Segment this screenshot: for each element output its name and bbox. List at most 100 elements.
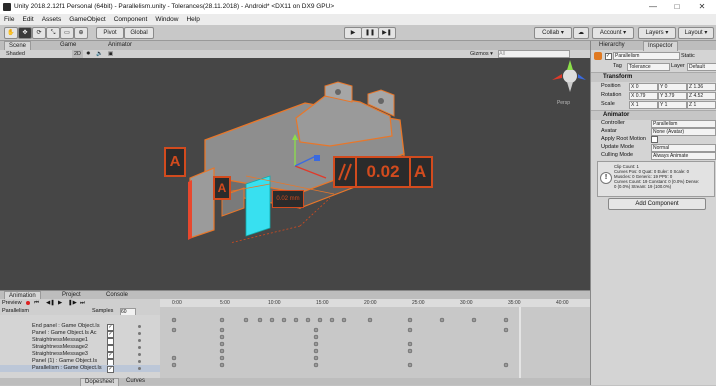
culling-mode-dropdown[interactable]: Always Animate (651, 152, 716, 160)
tick-label: 5:00 (220, 300, 230, 306)
tick-label: 15:00 (316, 300, 329, 306)
add-component-button[interactable]: Add Component (608, 198, 706, 210)
pause-button[interactable]: ❚❚ (361, 27, 379, 39)
menu-assets[interactable]: Assets (38, 14, 66, 25)
layers-dropdown[interactable]: Layers ▾ (638, 27, 676, 39)
root-motion-row: Apply Root Motion (591, 135, 716, 143)
root-motion-checkbox[interactable] (651, 136, 658, 143)
dopesheet-area[interactable] (160, 307, 590, 378)
red-surface (188, 180, 192, 240)
static-toggle[interactable]: Static (681, 51, 695, 61)
list-item[interactable]: Panel (1) : Game Object.Is (0, 358, 160, 366)
play-anim-icon[interactable]: ▶ (58, 299, 62, 307)
rotation-y-field[interactable]: Y 3.79 (658, 92, 687, 100)
move-tool-button[interactable]: ✥ (18, 27, 32, 39)
end-panel (189, 167, 215, 239)
tab-game[interactable]: Game (56, 41, 80, 50)
rotation-z-field[interactable]: Z 4.52 (687, 92, 716, 100)
position-row: Position X 0 Y 0 Z 1.36 (591, 82, 716, 91)
info-icon: ! (600, 172, 612, 184)
next-frame-icon[interactable]: ❚▶ (68, 299, 77, 307)
menu-window[interactable]: Window (151, 14, 182, 25)
list-item[interactable]: StraightnessMessage3 ✓ (0, 351, 160, 359)
position-z-field[interactable]: Z 1.36 (687, 83, 716, 91)
play-button[interactable]: ▶ (344, 27, 362, 39)
menu-help[interactable]: Help (182, 14, 203, 25)
tag-layer-row: Tag Tolerance Layer Default (591, 62, 716, 71)
step-button[interactable]: ▶❚ (378, 27, 396, 39)
inspector-tab-bar: Hierarchy Inspector (591, 41, 716, 51)
hand-tool-button[interactable]: ✋ (4, 27, 18, 39)
scene-search-input[interactable]: All (498, 50, 570, 58)
scale-x-field[interactable]: X 1 (629, 101, 658, 109)
gizmos-dropdown[interactable]: Gizmos ▾ (470, 50, 493, 58)
close-button[interactable]: ✕ (693, 1, 711, 13)
transform-header[interactable]: Transform (591, 72, 716, 82)
tolerance-value: 0.02 (357, 158, 411, 186)
position-x-field[interactable]: X 0 (629, 83, 658, 91)
scene-viewport[interactable]: A A 0.02 mm 0.02 A Persp (0, 58, 590, 290)
layer-dropdown[interactable]: Default (687, 63, 716, 71)
list-item[interactable]: Panel : Game Object.Is Ac ✓ (0, 330, 160, 338)
shading-dropdown[interactable]: Shaded (6, 50, 25, 58)
object-name-field[interactable]: Parallelism (613, 52, 680, 60)
avatar-label: Avatar (601, 128, 617, 134)
clip-dropdown[interactable]: Parallelism (2, 307, 29, 315)
list-item[interactable]: Parallelism : Game Object.Is ✓ (0, 365, 160, 373)
view-orientation-gizmo[interactable] (552, 60, 586, 92)
perspective-label[interactable]: Persp (557, 100, 570, 106)
animator-info-box: ! Clip Count: 1 Curves Pos: 0 Quat: 0 Eu… (597, 161, 715, 197)
property-checkbox[interactable]: ✓ (107, 366, 114, 373)
account-dropdown[interactable]: Account ▾ (592, 27, 634, 39)
scale-row: Scale X 1 Y 1 Z 1 (591, 100, 716, 109)
minimize-button[interactable]: — (644, 1, 662, 13)
position-y-field[interactable]: Y 0 (658, 83, 687, 91)
layout-dropdown[interactable]: Layout ▾ (678, 27, 714, 39)
rotate-tool-button[interactable]: ⟳ (32, 27, 46, 39)
unity-logo-icon (3, 3, 11, 11)
tab-hierarchy[interactable]: Hierarchy (595, 41, 629, 50)
preview-toggle[interactable]: Preview (2, 299, 22, 307)
prev-frame-icon[interactable]: ◀❚ (46, 299, 55, 307)
effects-icon[interactable]: ▣ (108, 50, 113, 58)
object-header: ✓ Parallelism Static (591, 51, 716, 61)
global-toggle[interactable]: Global (124, 27, 154, 39)
rect-tool-button[interactable]: ▭ (60, 27, 74, 39)
record-icon[interactable] (26, 301, 30, 305)
first-frame-icon[interactable]: ⏮ (34, 299, 39, 307)
scale-tool-button[interactable]: ⤡ (46, 27, 60, 39)
collab-button[interactable]: Collab ▾ (534, 27, 572, 39)
menu-component[interactable]: Component (110, 14, 152, 25)
menu-edit[interactable]: Edit (18, 14, 37, 25)
scale-z-field[interactable]: Z 1 (687, 101, 716, 109)
rotation-x-field[interactable]: X 0.79 (629, 92, 658, 100)
gameobject-icon (594, 52, 602, 60)
controller-row: Controller Parallelism (591, 119, 716, 128)
transform-tool-button[interactable]: ⊕ (74, 27, 88, 39)
active-checkbox[interactable]: ✓ (605, 53, 612, 60)
tab-animator[interactable]: Animator (104, 41, 136, 50)
rotation-row: Rotation X 0.79 Y 3.79 Z 4.52 (591, 91, 716, 100)
window-title: Unity 2018.2.12f1 Personal (64bit) - Par… (14, 3, 335, 10)
lighting-icon[interactable]: ✹ (86, 50, 91, 58)
cloud-icon[interactable]: ☁ (573, 27, 589, 39)
list-item[interactable]: StraightnessMessage1 (0, 337, 160, 345)
scale-y-field[interactable]: Y 1 (658, 101, 687, 109)
list-item[interactable]: End panel : Game Object.Is ✓ (0, 323, 160, 331)
tick-label: 0:00 (172, 300, 182, 306)
menu-gameobject[interactable]: GameObject (65, 14, 110, 25)
datum-label-mid: A (213, 176, 231, 200)
audio-icon[interactable]: 🔈 (96, 50, 103, 58)
last-frame-icon[interactable]: ⏭ (80, 299, 85, 307)
tab-inspector[interactable]: Inspector (643, 41, 678, 51)
dimension-label: 0.02 mm (272, 190, 304, 208)
pivot-toggle[interactable]: Pivot (96, 27, 124, 39)
samples-label: Samples (92, 308, 114, 314)
list-item[interactable]: StraightnessMessage2 (0, 344, 160, 352)
tab-curves[interactable]: Curves (122, 378, 149, 385)
maximize-button[interactable]: □ (668, 1, 686, 13)
2d-toggle[interactable]: 2D (72, 50, 84, 58)
main-toolbar: ✋ ✥ ⟳ ⤡ ▭ ⊕ Pivot Global ▶ ❚❚ ▶❚ Collab … (0, 25, 716, 41)
menu-file[interactable]: File (0, 14, 18, 25)
tag-dropdown[interactable]: Tolerance (627, 63, 670, 71)
